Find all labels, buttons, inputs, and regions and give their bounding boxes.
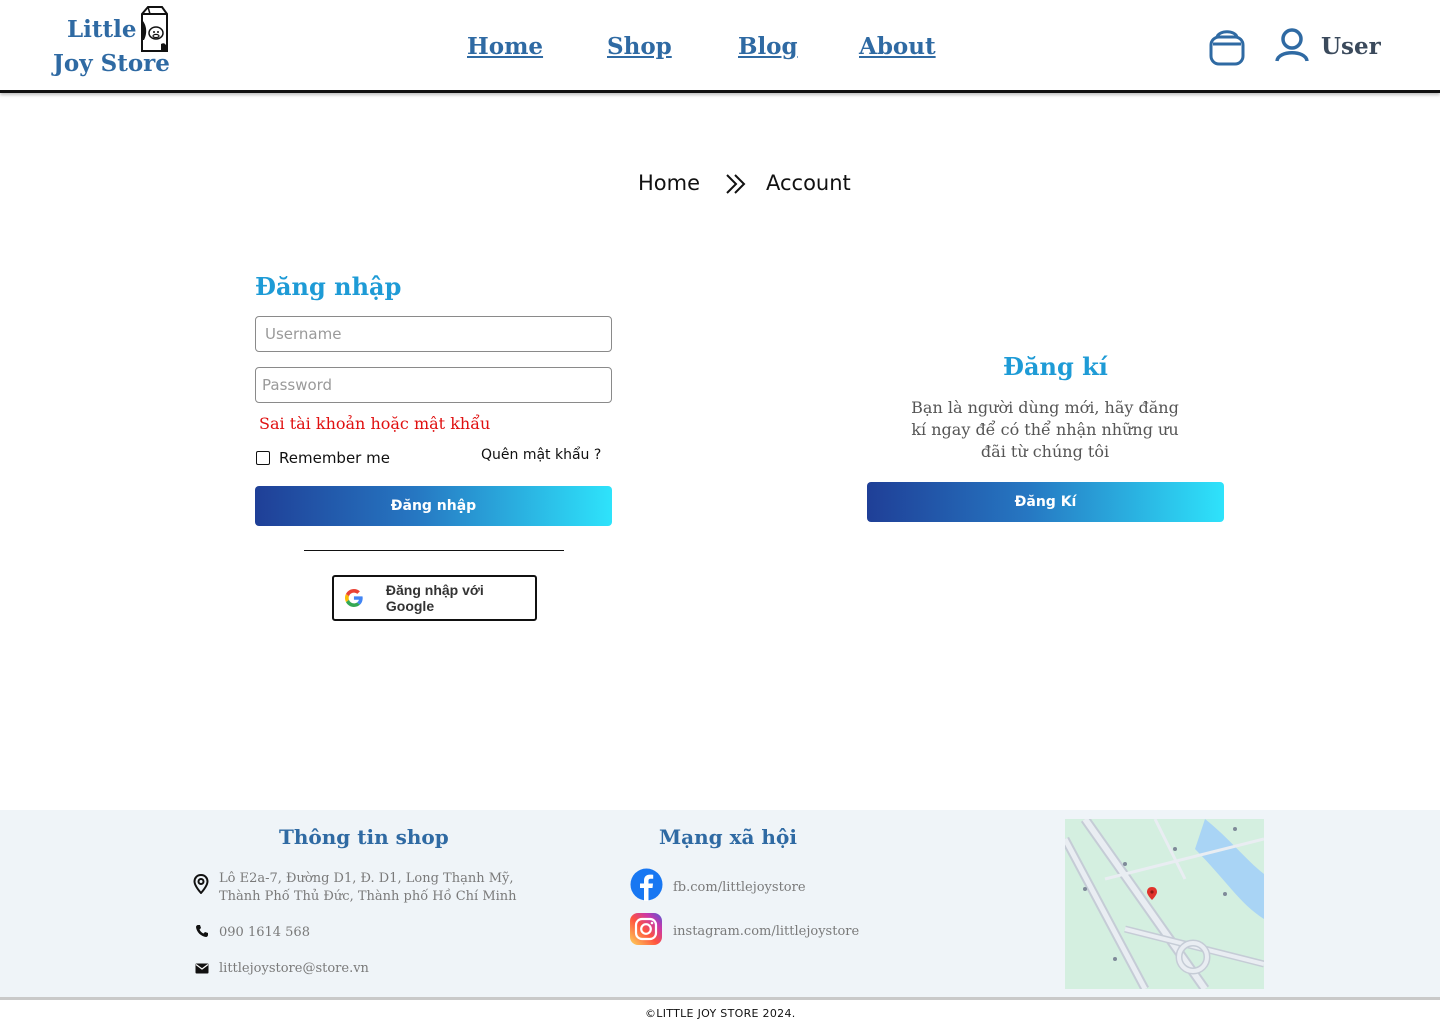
logo[interactable]: Little Joy Store (52, 6, 177, 82)
facebook-link-text: fb.com/littlejoystore (673, 880, 806, 895)
nav-shop[interactable]: Shop (607, 33, 672, 60)
remember-me[interactable]: Remember me (255, 449, 405, 469)
facebook-link[interactable]: fb.com/littlejoystore (630, 868, 870, 902)
instagram-icon (630, 913, 662, 945)
footer-email: littlejoystore@store.vn (219, 961, 369, 976)
copyright: ©LITTLE JOY STORE 2024. (645, 1007, 796, 1020)
footer-phone: 090 1614 568 (219, 925, 310, 940)
user-menu[interactable]: User (1274, 28, 1384, 64)
footer-divider (0, 997, 1440, 1000)
facebook-icon (630, 868, 663, 901)
login-title: Đăng nhập (255, 272, 402, 301)
remember-checkbox[interactable] (256, 451, 270, 465)
user-label: User (1321, 33, 1381, 60)
login-button[interactable]: Đăng nhập (255, 486, 612, 526)
register-button[interactable]: Đăng Kí (867, 482, 1224, 522)
logo-text-line2: Joy Store (53, 50, 170, 77)
mail-icon (195, 963, 209, 974)
instagram-link[interactable]: instagram.com/littlejoystore (630, 913, 870, 947)
map-graphic (1065, 819, 1264, 989)
username-input[interactable] (255, 316, 612, 352)
phone-icon (196, 925, 208, 937)
google-login-button[interactable]: Đăng nhập với Google (332, 575, 537, 621)
nav-home[interactable]: Home (467, 33, 543, 60)
cart-icon[interactable] (1208, 27, 1246, 67)
double-chevron-right-icon (726, 174, 746, 194)
instagram-link-text: instagram.com/littlejoystore (673, 924, 860, 939)
google-icon (344, 589, 363, 607)
footer-address-line1: Lô E2a-7, Đường D1, Đ. D1, Long Thạnh Mỹ… (219, 871, 514, 886)
google-login-label: Đăng nhập với Google (385, 582, 484, 614)
divider (304, 550, 564, 551)
password-input[interactable] (255, 367, 612, 403)
breadcrumb-current: Account (766, 171, 851, 195)
register-title: Đăng kí (1003, 352, 1108, 381)
breadcrumb-home[interactable]: Home (638, 171, 700, 195)
forgot-password-link[interactable]: Quên mật khẩu ? (481, 447, 601, 463)
logo-text-line1: Little (67, 16, 137, 43)
site-header: Little Joy Store Home Shop Blog About Us… (0, 0, 1440, 93)
nav-blog[interactable]: Blog (738, 33, 798, 60)
remember-label: Remember me (279, 449, 390, 467)
login-error-message: Sai tài khoản hoặc mật khẩu (259, 414, 491, 433)
nav-about[interactable]: About (859, 33, 936, 60)
map-image[interactable] (1065, 819, 1264, 989)
footer-social-title: Mạng xã hội (659, 825, 797, 849)
footer-shop-title: Thông tin shop (279, 825, 449, 849)
register-description: Bạn là người dùng mới, hãy đăng kí ngay … (911, 398, 1179, 461)
milk-carton-logo-icon (141, 6, 168, 52)
footer-address-line2: Thành Phố Thủ Đức, Thành phố Hồ Chí Minh (219, 889, 517, 904)
location-pin-icon (193, 874, 209, 894)
user-icon (1275, 28, 1309, 62)
